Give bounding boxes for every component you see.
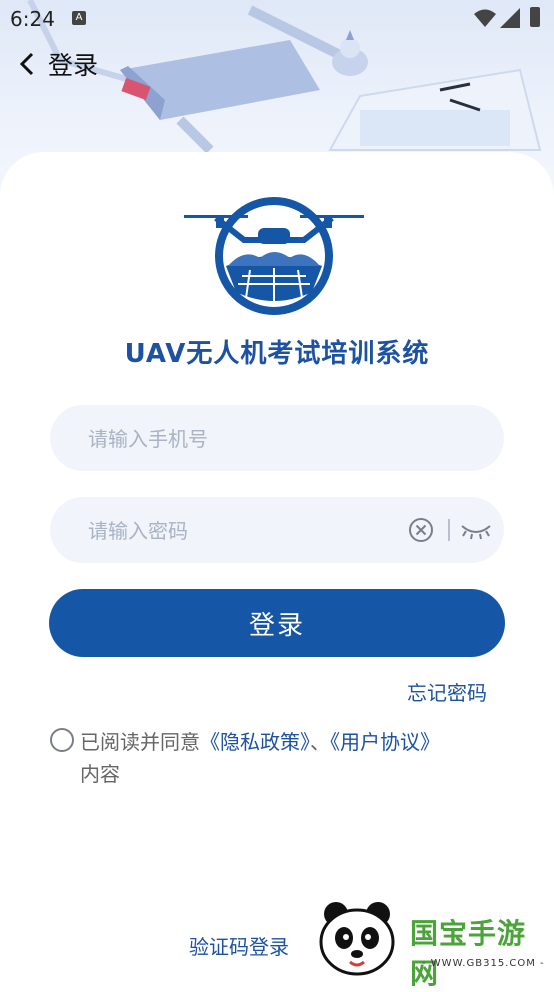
drone-logo-icon xyxy=(184,197,364,315)
agree-radio[interactable] xyxy=(50,728,74,752)
wifi-icon xyxy=(474,9,496,27)
panda-logo-icon xyxy=(319,902,395,976)
page-title: 登录 xyxy=(48,51,99,80)
status-time: 6:24 xyxy=(10,7,55,31)
field-divider xyxy=(448,519,450,541)
phone-input[interactable] xyxy=(86,405,390,473)
watermark: 国宝手游网 - WWW.GB315.COM - xyxy=(306,892,554,990)
login-button[interactable]: 登录 xyxy=(49,589,505,657)
watermark-name: 国宝手游网 xyxy=(410,917,527,990)
agreement-prefix: 已阅读并同意 xyxy=(80,730,200,754)
status-bar: 6:24 A xyxy=(0,0,554,38)
password-field xyxy=(50,497,504,565)
agreement-text: 已阅读并同意《隐私政策》、《用户协议》内容 xyxy=(80,726,500,790)
sms-login-link[interactable]: 验证码登录 xyxy=(189,931,289,960)
password-input[interactable] xyxy=(86,497,390,565)
privacy-policy-link[interactable]: 《隐私政策》 xyxy=(200,730,310,754)
user-agreement-link[interactable]: 《用户协议》 xyxy=(330,730,440,754)
agreement-separator: 、 xyxy=(310,730,330,754)
battery-icon xyxy=(530,7,540,27)
nav-bar: 登录 xyxy=(12,44,98,84)
signal-icon xyxy=(500,8,520,28)
agreement-suffix: 内容 xyxy=(80,762,120,786)
phone-field xyxy=(50,405,504,473)
notification-icon: A xyxy=(72,11,86,25)
watermark-url: - WWW.GB315.COM - xyxy=(422,958,545,969)
back-arrow-icon[interactable] xyxy=(12,46,42,82)
forgot-password-link[interactable]: 忘记密码 xyxy=(407,677,487,706)
app-title: UAV无人机考试培训系统 xyxy=(124,339,430,369)
clear-icon[interactable] xyxy=(408,517,434,543)
eye-closed-icon[interactable] xyxy=(460,518,492,542)
